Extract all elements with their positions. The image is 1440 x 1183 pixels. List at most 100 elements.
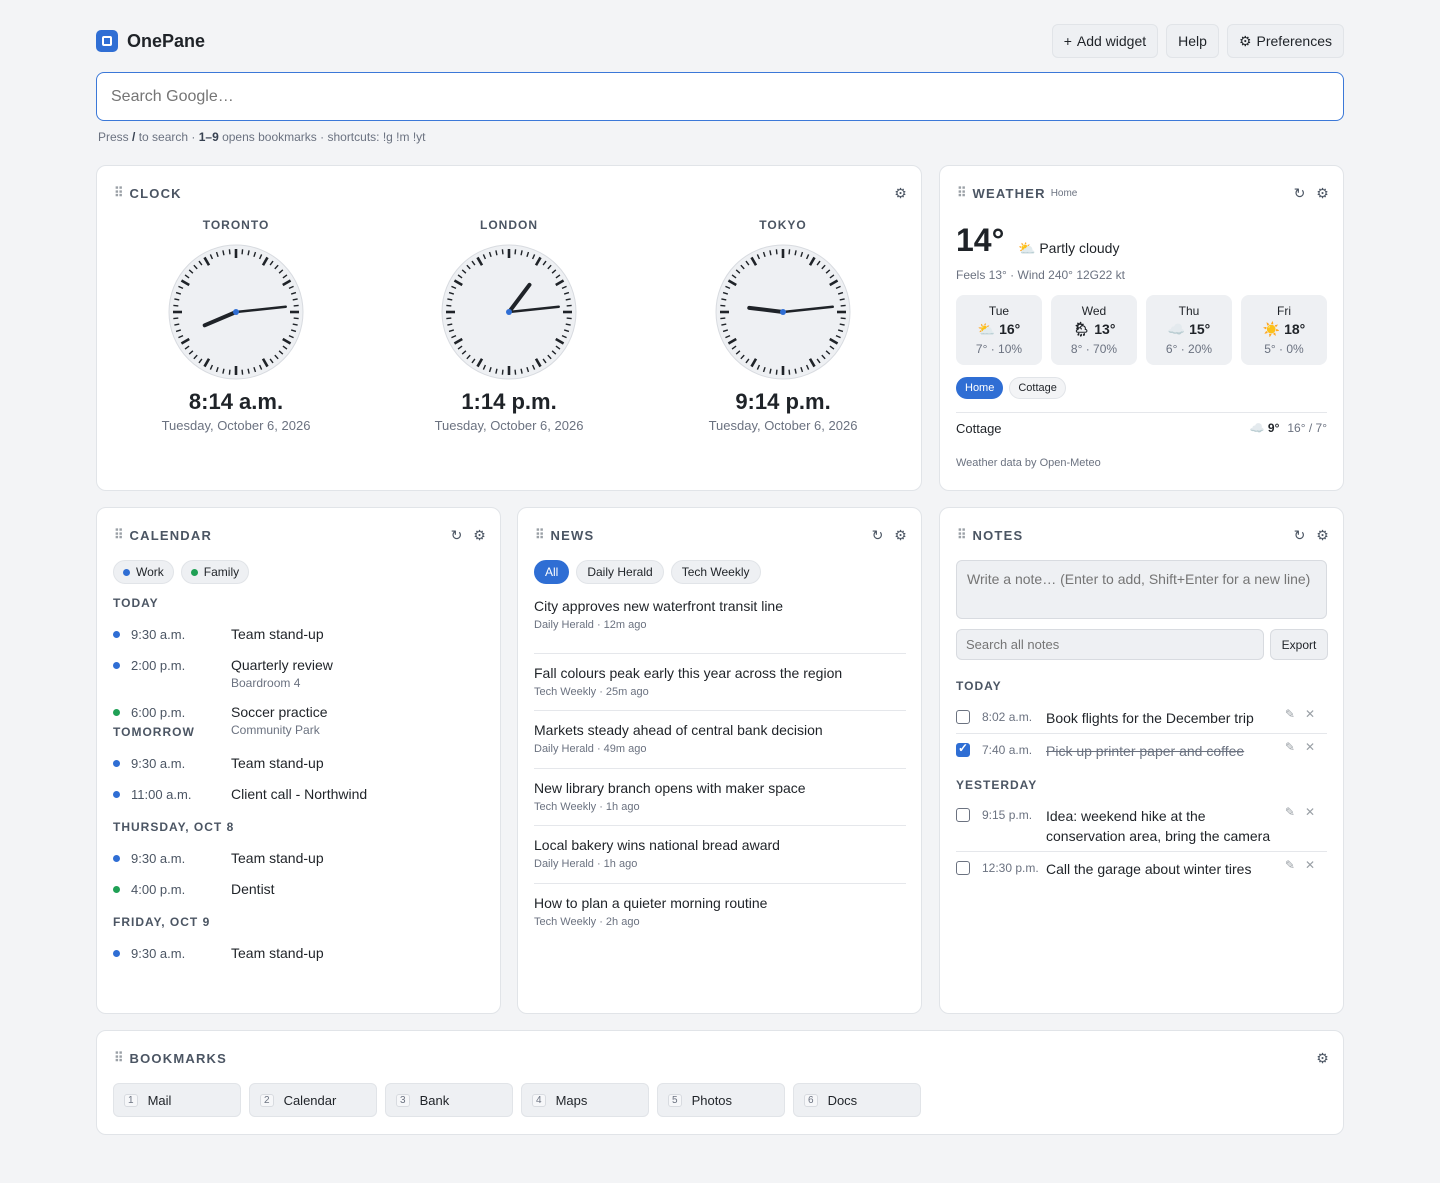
preferences-button[interactable]: ⚙ Preferences	[1226, 24, 1344, 58]
location-pill-cottage[interactable]: Cottage	[1009, 377, 1066, 399]
close-icon[interactable]: ✕	[1305, 740, 1315, 754]
bookmark-mail[interactable]: 1 Mail	[113, 1083, 241, 1117]
export-button[interactable]: Export	[1270, 629, 1328, 660]
bookmark-label: Calendar	[283, 1092, 337, 1108]
note-actions: ✎ ✕	[1285, 805, 1315, 819]
note-checkbox[interactable]	[956, 710, 970, 724]
calendar-section-heading: FRIDAY, OCT 9	[113, 915, 211, 929]
drag-handle-icon[interactable]: ⠿	[535, 527, 545, 543]
forecast-day-name: Fri	[1277, 304, 1291, 318]
event-color-dot	[113, 791, 120, 798]
search-hint: Press / to search · 1–9 opens bookmarks …	[98, 130, 426, 144]
brand[interactable]: OnePane	[96, 30, 205, 52]
event-time: 11:00 a.m.	[131, 787, 192, 802]
gear-icon[interactable]: ⚙	[1316, 185, 1329, 202]
digital-time: 9:14 p.m.	[735, 389, 831, 414]
note-text[interactable]: Call the garage about winter tires	[1046, 859, 1276, 879]
widget-title: NEWS	[550, 527, 595, 543]
edit-icon[interactable]: ✎	[1285, 707, 1295, 721]
clock-center	[780, 309, 786, 315]
event-title: Team stand-up	[231, 945, 324, 961]
event-title: Client call - Northwind	[231, 786, 368, 802]
bookmark-maps[interactable]: 4 Maps	[521, 1083, 649, 1117]
partly-cloudy-icon: ⛅	[1018, 240, 1036, 256]
digital-time: 1:14 p.m.	[461, 389, 557, 414]
news-meta: Tech Weekly · 2h ago	[534, 915, 640, 928]
note-checkbox[interactable]	[956, 741, 970, 757]
refresh-icon[interactable]: ↻	[1293, 527, 1306, 544]
gear-icon[interactable]: ⚙	[894, 527, 907, 544]
forecast-day[interactable]: Tue ⛅ 16° 7° · 10%	[956, 295, 1042, 365]
note-item: 12:30 p.m. Call the garage about winter t…	[956, 852, 1327, 886]
calendar-color-dot	[190, 568, 198, 576]
note-text[interactable]: Idea: weekend hike at the conservation a…	[1046, 806, 1276, 846]
drag-handle-icon[interactable]: ⠿	[114, 185, 124, 201]
drag-handle-icon[interactable]: ⠿	[114, 1050, 124, 1066]
bookmark-photos[interactable]: 5 Photos	[657, 1083, 785, 1117]
drag-handle-icon[interactable]: ⠿	[957, 185, 967, 201]
clock-tick	[775, 249, 778, 255]
close-icon[interactable]: ✕	[1305, 805, 1315, 819]
edit-icon[interactable]: ✎	[1285, 858, 1295, 872]
calendar-filter-family[interactable]: Family	[180, 560, 250, 584]
search-input[interactable]	[96, 72, 1344, 121]
close-icon[interactable]: ✕	[1305, 858, 1315, 872]
forecast-day[interactable]: Wed 🌦 13° 8° · 70%	[1051, 295, 1137, 365]
gear-icon[interactable]: ⚙	[1316, 1050, 1329, 1067]
help-button[interactable]: Help	[1166, 24, 1219, 58]
close-icon[interactable]: ✕	[1305, 707, 1315, 721]
location-pill-home[interactable]: Home	[956, 377, 1004, 399]
note-checkbox[interactable]	[956, 861, 970, 875]
news-item[interactable]: Local bakery wins national bread award Da…	[534, 826, 906, 884]
refresh-icon[interactable]: ↻	[871, 527, 884, 544]
bookmark-bank[interactable]: 3 Bank	[385, 1083, 513, 1117]
add-widget-button[interactable]: + Add widget	[1051, 24, 1159, 58]
forecast-day[interactable]: Fri ☀️ 18° 5° · 0%	[1241, 295, 1327, 365]
bookmark-calendar[interactable]: 2 Calendar	[249, 1083, 377, 1117]
refresh-icon[interactable]: ↻	[450, 527, 463, 544]
event-title: Team stand-up	[231, 850, 324, 866]
notes-widget: ⠿ NOTES ↻ ⚙ Export TODAY 8:02 a.m. Book flig…	[939, 507, 1344, 1014]
drag-handle-icon[interactable]: ⠿	[957, 527, 967, 543]
gear-icon[interactable]: ⚙	[1316, 527, 1329, 544]
news-filter-tech-weekly[interactable]: Tech Weekly	[670, 560, 761, 584]
notes-section-heading: YESTERDAY	[956, 778, 1038, 792]
note-text[interactable]: Pick up printer paper and coffee	[1046, 741, 1276, 761]
calendar-filter-work[interactable]: Work	[113, 560, 174, 584]
gear-icon[interactable]: ⚙	[894, 185, 907, 202]
news-item[interactable]: City approves new waterfront transit lin…	[534, 596, 906, 654]
news-item[interactable]: Fall colours peak early this year across…	[534, 654, 906, 711]
refresh-icon[interactable]: ↻	[1293, 185, 1306, 202]
widget-title: CALENDAR	[129, 527, 213, 543]
news-item[interactable]: New library branch opens with maker spac…	[534, 769, 906, 826]
new-note-input[interactable]	[956, 560, 1327, 619]
bookmark-docs[interactable]: 6 Docs	[793, 1083, 921, 1117]
note-text[interactable]: Book flights for the December trip	[1046, 708, 1276, 728]
news-filter-all[interactable]: All	[534, 560, 570, 584]
widget-title: BOOKMARKS	[129, 1050, 227, 1066]
news-meta: Daily Herald · 12m ago	[534, 619, 647, 631]
clock-date: Tuesday, October 6, 2026	[161, 418, 311, 433]
calendar-filter-label: Work	[136, 565, 164, 579]
gear-icon[interactable]: ⚙	[473, 527, 486, 544]
bookmark-shortcut-key: 4	[532, 1093, 546, 1107]
forecast-high: ☁️ 15°	[1146, 321, 1232, 338]
notes-search-input[interactable]	[956, 629, 1264, 660]
note-checkbox[interactable]	[956, 808, 970, 822]
clock-tick	[228, 249, 231, 255]
event-color-dot	[113, 631, 120, 638]
clock-date: Tuesday, October 6, 2026	[708, 418, 858, 433]
news-filter-daily-herald[interactable]: Daily Herald	[576, 560, 664, 584]
event-time: 9:30 a.m.	[131, 756, 186, 771]
edit-icon[interactable]: ✎	[1285, 805, 1295, 819]
edit-icon[interactable]: ✎	[1285, 740, 1295, 754]
drag-handle-icon[interactable]: ⠿	[114, 527, 124, 543]
news-item[interactable]: Markets steady ahead of central bank dec…	[534, 711, 906, 769]
divider	[956, 412, 1327, 413]
forecast-day[interactable]: Thu ☁️ 15° 6° · 20%	[1146, 295, 1232, 365]
clock-toronto: TORONTO 8:14 a.m. Tuesday, October 6, 2026	[136, 218, 336, 433]
clock-tick	[501, 249, 504, 255]
event-color-dot	[113, 709, 120, 716]
news-item[interactable]: How to plan a quieter morning routine Tec…	[534, 884, 906, 942]
analog-clock-face	[168, 244, 304, 380]
